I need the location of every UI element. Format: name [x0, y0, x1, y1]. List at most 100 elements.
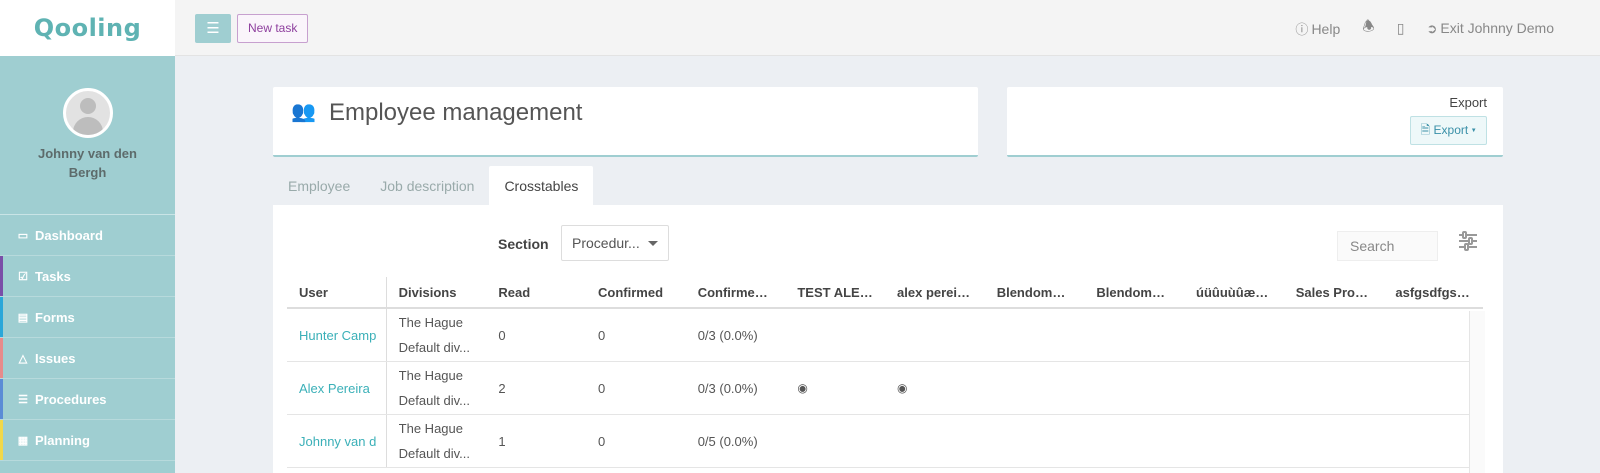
- column-header[interactable]: úüûuùûæàâä...: [1184, 277, 1284, 307]
- section-select[interactable]: Procedur...: [561, 225, 669, 261]
- column-header[interactable]: asfgsdfgsfg...: [1383, 277, 1483, 307]
- user-name: Johnny van den Bergh: [38, 146, 137, 180]
- export-dropdown-button[interactable]: 🗎 Export ▾: [1409, 116, 1487, 145]
- confirmed-percent-cell: 0/5 (0.0%): [697, 433, 758, 449]
- eye-icon[interactable]: ◉: [797, 381, 807, 395]
- notifications-button[interactable]: 🕭: [1362, 16, 1375, 40]
- user-link[interactable]: Hunter Camp: [287, 309, 387, 361]
- logo[interactable]: Qooling: [34, 14, 142, 42]
- confirmed-cell: 0: [598, 327, 606, 343]
- procedure-cell: ◉: [785, 362, 885, 414]
- section-label: Section: [498, 236, 549, 252]
- section-select-value: Procedur...: [572, 235, 640, 251]
- procedure-cell: [1084, 362, 1184, 414]
- bell-icon: △: [18, 352, 28, 365]
- sidebar-item-accent: [0, 338, 3, 378]
- column-header[interactable]: TEST ALEX P...: [785, 277, 885, 307]
- user-link[interactable]: Johnny van d: [287, 415, 387, 467]
- division-label: The Hague: [398, 421, 463, 436]
- device-button[interactable]: ▯: [1397, 20, 1405, 37]
- avatar[interactable]: [62, 88, 113, 138]
- sidebar-item-forms[interactable]: ▤ Forms: [0, 297, 175, 338]
- procedure-cell: [1084, 415, 1184, 467]
- sign-out-icon: ➲: [1426, 20, 1438, 36]
- table-body: Hunter Camp The Hague Default div... 0 0 0/3 …: [287, 309, 1483, 468]
- menu-toggle-button[interactable]: ☰: [195, 14, 231, 43]
- sidebar-item-label: Procedures: [35, 391, 107, 407]
- column-header[interactable]: Read: [486, 277, 586, 307]
- mobile-icon: ▯: [1396, 19, 1405, 36]
- tab-crosstables[interactable]: Crosstables: [489, 166, 594, 205]
- division-label: The Hague: [398, 315, 463, 330]
- procedure-cell: [785, 415, 885, 467]
- check-square-icon: ☑: [18, 270, 28, 283]
- sidebar-item-label: Tasks: [35, 268, 71, 284]
- procedure-cell: [1184, 415, 1284, 467]
- division-label: Default div...: [398, 340, 470, 355]
- file-icon: 🗎: [1420, 123, 1431, 137]
- column-header[interactable]: Blendomat¹i ...: [985, 277, 1085, 307]
- sidebar-item-accent: [0, 256, 3, 296]
- procedure-cell: [1284, 309, 1384, 361]
- tab-employee[interactable]: Employee: [273, 166, 365, 205]
- column-header[interactable]: Confirmed (%): [686, 277, 786, 307]
- column-header[interactable]: alex pereira t...: [885, 277, 985, 307]
- eye-icon[interactable]: ◉: [897, 381, 907, 395]
- tab-job-description[interactable]: Job description: [365, 166, 489, 205]
- monitor-icon: ▭: [17, 229, 29, 242]
- division-label: Default div...: [398, 446, 470, 461]
- sidebar-item-dashboard[interactable]: ▭ Dashboard: [0, 215, 175, 256]
- page-header-card: 👥 Employee management: [273, 87, 978, 157]
- sidebar-item-procedures[interactable]: ☰ Procedures: [0, 379, 175, 420]
- procedure-cell: [1184, 362, 1284, 414]
- confirmed-cell: 0: [598, 380, 606, 396]
- column-header[interactable]: User: [287, 277, 387, 307]
- table-header: User Divisions Read Confirmed Confirmed (%) T…: [287, 277, 1483, 309]
- procedure-cell: ◉: [885, 362, 985, 414]
- column-header[interactable]: Sales Proced...: [1284, 277, 1384, 307]
- help-link[interactable]: ⓘ Help: [1295, 19, 1340, 38]
- procedure-cell: [885, 309, 985, 361]
- confirmed-percent-cell: 0/3 (0.0%): [697, 327, 758, 343]
- sliders-icon[interactable]: [1459, 231, 1477, 251]
- sidebar-item-issues[interactable]: △ Issues: [0, 338, 175, 379]
- file-icon: ▤: [17, 311, 29, 324]
- sidebar-item-label: Planning: [35, 432, 90, 448]
- logo-box: Qooling: [0, 0, 175, 56]
- export-card: Export 🗎 Export ▾: [1007, 87, 1503, 157]
- procedure-cell: [885, 415, 985, 467]
- bell-icon: 🕭: [1362, 18, 1375, 34]
- crosstables-panel: Section Procedur... Search User Divisions…: [273, 205, 1503, 473]
- new-task-button[interactable]: New task: [237, 14, 309, 43]
- sidebar-item-label: Dashboard: [35, 227, 103, 243]
- column-header[interactable]: Blendomat¹i ...: [1084, 277, 1184, 307]
- caret-down-icon: ▾: [1471, 123, 1476, 137]
- divisions-cell: The Hague Default div...: [387, 415, 487, 467]
- sidebar-item-accent: [0, 420, 3, 460]
- procedure-cell: [1184, 309, 1284, 361]
- procedure-cell: [785, 309, 885, 361]
- column-header[interactable]: Divisions: [387, 277, 487, 307]
- user-link[interactable]: Alex Pereira: [287, 362, 387, 414]
- sidebar-item-label: Issues: [35, 350, 76, 366]
- caret-down-icon: [648, 241, 658, 246]
- procedure-cell: [985, 309, 1085, 361]
- division-label: The Hague: [398, 368, 463, 383]
- sidebar-item-tasks[interactable]: ☑ Tasks: [0, 256, 175, 297]
- export-label: Export: [1449, 95, 1487, 110]
- crosstable: User Divisions Read Confirmed Confirmed (%) T…: [287, 277, 1485, 473]
- confirmed-percent-cell: 0/3 (0.0%): [697, 380, 758, 396]
- search-input[interactable]: Search: [1337, 231, 1438, 261]
- sidebar-item-accent: [0, 297, 3, 337]
- vertical-scrollbar[interactable]: [1469, 311, 1485, 473]
- list-icon: ☰: [18, 393, 28, 406]
- procedure-cell: [985, 362, 1085, 414]
- procedure-cell: [1284, 415, 1384, 467]
- column-header[interactable]: Confirmed: [586, 277, 686, 307]
- table-row: Alex Pereira The Hague Default div... 2 0 0/3…: [287, 362, 1483, 415]
- sidebar-item-accent: [0, 215, 3, 255]
- sidebar-item-planning[interactable]: ▦ Planning: [0, 420, 175, 461]
- page-title: Employee management: [329, 99, 583, 126]
- topbar-actions: ⓘ Help 🕭 ▯ ➲ Exit Johnny Demo: [1295, 0, 1554, 56]
- exit-demo-link[interactable]: ➲ Exit Johnny Demo: [1426, 20, 1554, 37]
